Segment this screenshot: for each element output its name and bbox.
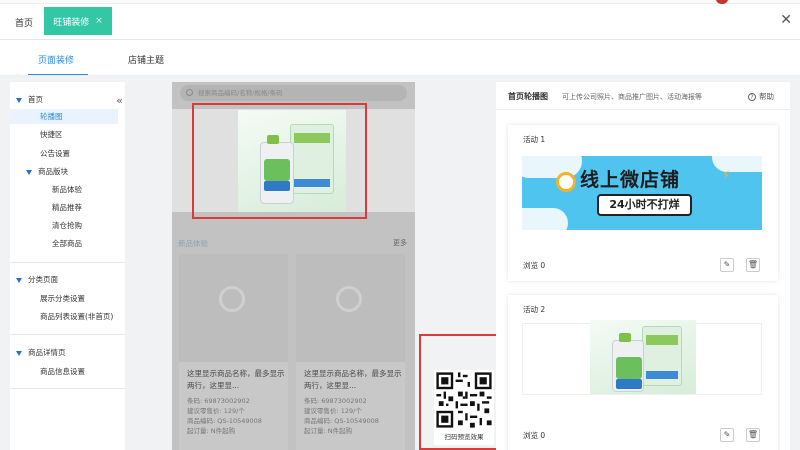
- sidebar-group-label: 首页: [28, 95, 43, 104]
- preview-more-link: 更多: [393, 239, 407, 247]
- placeholder-logo-icon: [336, 286, 362, 312]
- edit-icon[interactable]: ✎: [720, 428, 734, 442]
- preview-search-bar: 搜索商品编码/名称/规格/条码: [180, 85, 407, 101]
- activity-card: 活动 1 线上微店铺 ⚡ 24小时不打烊 浏览 0 ✎ 🗑: [508, 125, 778, 281]
- sidebar-divider: [10, 262, 125, 263]
- product-barcode: 条码: 69873002902: [304, 397, 367, 405]
- sidebar-group-product-section[interactable]: 商品版块: [26, 166, 68, 177]
- qr-caption: 扫码预览效果: [444, 433, 484, 441]
- divider: [496, 109, 790, 110]
- product-placeholder-image: [296, 254, 405, 362]
- tab-shop-decor-label: 旺铺装修: [53, 17, 90, 28]
- detergent-pouch-image: [642, 326, 682, 386]
- expand-triangle-icon: [16, 97, 22, 103]
- sidebar-item-product-list[interactable]: 商品列表设置(非首页): [40, 311, 113, 322]
- product-name: 这里显示商品名称，最多显示两行，这里显...: [187, 369, 285, 390]
- highlight-carousel-box: [192, 103, 367, 219]
- search-placeholder: 搜索商品编码/名称/规格/条码: [198, 89, 283, 97]
- sidebar-group-home[interactable]: 首页: [16, 94, 43, 105]
- activity-views: 浏览 0: [523, 431, 546, 440]
- product-placeholder-image: [179, 254, 288, 362]
- edit-icon[interactable]: ✎: [720, 258, 734, 272]
- qr-code-icon: [434, 370, 494, 430]
- top-tab-bar: 首页 旺铺装修 × ✕: [0, 0, 800, 40]
- help-icon: ?: [748, 93, 756, 101]
- window-close-icon[interactable]: ✕: [780, 12, 792, 28]
- product-price: 建议零售价: 129/个: [187, 407, 245, 415]
- sidebar-item-carousel[interactable]: 轮播图: [10, 109, 118, 124]
- activity-views: 浏览 0: [523, 261, 546, 270]
- sidebar-item-product-info[interactable]: 商品信息设置: [40, 366, 85, 377]
- tab-home[interactable]: 首页: [15, 16, 33, 29]
- product-code: 商品编码: QS-10549008: [304, 417, 379, 425]
- help-link[interactable]: ? 帮助: [748, 91, 774, 102]
- sidebar-item-new-trial[interactable]: 新品体验: [52, 184, 82, 195]
- product-name: 这里显示商品名称，最多显示两行，这里显...: [304, 369, 402, 390]
- banner-pill: 24小时不打烊: [597, 194, 692, 216]
- tab-close-icon[interactable]: ×: [95, 16, 103, 26]
- carousel-settings-panel: 首页轮播图 可上传公司照片、商品推广图片、活动海报等 ? 帮助 活动 1 线上微店…: [496, 82, 790, 450]
- window-strip: [0, 0, 800, 4]
- sidebar-item-clearance[interactable]: 清仓抢购: [52, 220, 82, 231]
- product-code: 商品编码: QS-10549008: [187, 417, 262, 425]
- banner-cloud: [522, 208, 568, 230]
- sidebar-group-category-page[interactable]: 分类页面: [16, 274, 58, 285]
- expand-triangle-icon: [16, 350, 22, 356]
- search-icon: [186, 89, 193, 96]
- sidebar-item-quick-area[interactable]: 快捷区: [40, 129, 63, 140]
- product-moq: 起订量: N件起购: [187, 427, 236, 435]
- placeholder-logo-icon: [219, 286, 245, 312]
- sidebar-item-all-products[interactable]: 全部商品: [52, 238, 82, 249]
- panel-title: 首页轮播图: [508, 92, 548, 101]
- activity-product-image: [590, 320, 696, 394]
- sidebar-divider: [10, 334, 125, 335]
- product-meta: 条码: 69873002902 建议零售价: 129/个 商品编码: QS-10…: [304, 396, 379, 436]
- activity-banner-image[interactable]: 线上微店铺 ⚡ 24小时不打烊: [522, 156, 762, 230]
- delete-icon[interactable]: 🗑: [746, 428, 760, 442]
- sidebar-item-featured[interactable]: 精品推荐: [52, 202, 82, 213]
- activity-label: 活动 2: [523, 305, 546, 314]
- activity-label: 活动 1: [523, 135, 546, 144]
- banner-cloud: [712, 156, 762, 172]
- sidebar-group-label: 商品版块: [38, 167, 68, 176]
- section-tabs: 页面装修 店铺主题: [0, 40, 800, 76]
- sidebar: « 首页 轮播图 快捷区 公告设置 商品版块 新品体验 精品推荐 清仓抢购 全部…: [10, 82, 125, 450]
- banner-headline: 线上微店铺: [580, 169, 681, 191]
- sidebar-group-product-detail[interactable]: 商品详情页: [16, 347, 66, 358]
- expand-triangle-icon: [26, 169, 32, 175]
- lightning-icon: ⚡: [722, 168, 731, 182]
- panel-subtitle: 可上传公司照片、商品推广图片、活动海报等: [562, 93, 702, 101]
- sidebar-item-show-category[interactable]: 展示分类设置: [40, 293, 85, 304]
- tab-page-decor[interactable]: 页面装修: [38, 53, 74, 66]
- delete-icon[interactable]: 🗑: [746, 258, 760, 272]
- help-label: 帮助: [759, 92, 774, 101]
- sidebar-group-label: 分类页面: [28, 275, 58, 284]
- preview-product-card: 这里显示商品名称，最多显示两行，这里显... 条码: 69873002902 建…: [179, 254, 288, 450]
- detergent-bottle-image: [612, 333, 644, 392]
- sidebar-item-notice[interactable]: 公告设置: [40, 148, 70, 159]
- product-price: 建议零售价: 129/个: [304, 407, 362, 415]
- clock-icon: [556, 172, 576, 192]
- preview-section-title: 新品体验: [178, 239, 208, 248]
- sidebar-group-label: 商品详情页: [28, 348, 66, 357]
- tab-shop-theme[interactable]: 店铺主题: [128, 53, 164, 66]
- product-barcode: 条码: 69873002902: [187, 397, 250, 405]
- product-moq: 起订量: N件起购: [304, 427, 353, 435]
- preview-product-card: 这里显示商品名称，最多显示两行，这里显... 条码: 69873002902 建…: [296, 254, 405, 450]
- expand-triangle-icon: [16, 277, 22, 283]
- collapse-sidebar-icon[interactable]: «: [116, 94, 123, 107]
- product-meta: 条码: 69873002902 建议零售价: 129/个 商品编码: QS-10…: [187, 396, 262, 436]
- sidebar-divider: [10, 388, 125, 389]
- tab-shop-decor[interactable]: 旺铺装修 ×: [44, 7, 112, 35]
